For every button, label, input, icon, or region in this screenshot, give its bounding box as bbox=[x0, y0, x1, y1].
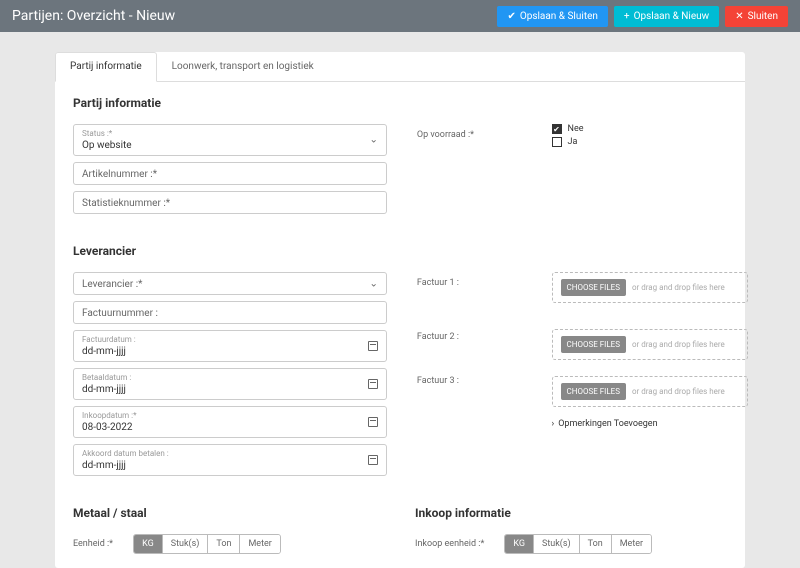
close-label: Sluiten bbox=[748, 11, 778, 22]
section-partij-title: Partij informatie bbox=[73, 96, 727, 110]
unit-kg[interactable]: KG bbox=[134, 535, 163, 553]
status-value: Op website bbox=[82, 140, 132, 151]
checkbox-nee[interactable]: ✔ bbox=[552, 124, 562, 134]
section-metaal-title: Metaal / staal bbox=[73, 506, 385, 520]
chevron-down-icon: ⌄ bbox=[370, 278, 378, 289]
calendar-icon bbox=[368, 379, 378, 389]
inkoop-unit-ton[interactable]: Ton bbox=[580, 535, 612, 553]
section-inkoop-title: Inkoop informatie bbox=[415, 506, 727, 520]
factuurnummer-label: Factuurnummer : bbox=[82, 308, 158, 319]
status-label: Status :* bbox=[82, 129, 378, 138]
artikelnummer-input[interactable]: Artikelnummer :* bbox=[73, 162, 387, 185]
factuur1-label: Factuur 1 : bbox=[417, 272, 522, 288]
betaaldatum-input[interactable]: Betaaldatum : dd-mm-jjjj bbox=[73, 368, 387, 400]
drop-text-2: or drag and drop files here bbox=[632, 340, 725, 349]
akkoord-value: dd-mm-jjjj bbox=[82, 460, 126, 471]
unit-stuks[interactable]: Stuk(s) bbox=[163, 535, 209, 553]
inkoopdatum-value: 08-03-2022 bbox=[82, 422, 133, 433]
choose-files-button-3[interactable]: CHOOSE FILES bbox=[561, 383, 626, 400]
drop-text-3: or drag and drop files here bbox=[632, 387, 725, 396]
akkoord-label: Akkoord datum betalen : bbox=[82, 449, 378, 458]
checkbox-ja[interactable] bbox=[552, 137, 562, 147]
add-remark-link[interactable]: › Opmerkingen Toevoegen bbox=[552, 419, 748, 429]
inkoopdatum-label: Inkoopdatum :* bbox=[82, 411, 378, 420]
factuur2-label: Factuur 2 : bbox=[417, 326, 522, 342]
plus-icon: + bbox=[624, 11, 630, 22]
section-leverancier-title: Leverancier bbox=[73, 244, 727, 258]
inkoop-eenheid-buttongroup: KG Stuk(s) Ton Meter bbox=[504, 534, 652, 554]
inkoop-unit-meter[interactable]: Meter bbox=[612, 535, 651, 553]
inkoop-unit-stuks[interactable]: Stuk(s) bbox=[534, 535, 580, 553]
inkoop-eenheid-label: Inkoop eenheid :* bbox=[415, 539, 484, 549]
factuurdatum-input[interactable]: Factuurdatum : dd-mm-jjjj bbox=[73, 330, 387, 362]
page-title: Partijen: Overzicht - Nieuw bbox=[12, 8, 175, 24]
factuurdatum-value: dd-mm-jjjj bbox=[82, 346, 126, 357]
chevron-down-icon: ⌄ bbox=[370, 135, 378, 146]
save-new-label: Opslaan & Nieuw bbox=[634, 11, 710, 22]
unit-ton[interactable]: Ton bbox=[208, 535, 240, 553]
drop-text-1: or drag and drop files here bbox=[632, 283, 725, 292]
akkoord-datum-input[interactable]: Akkoord datum betalen : dd-mm-jjjj bbox=[73, 444, 387, 476]
factuur3-dropzone[interactable]: CHOOSE FILES or drag and drop files here bbox=[552, 376, 748, 407]
tab-partij-informatie[interactable]: Partij informatie bbox=[55, 52, 157, 82]
eenheid-buttongroup: KG Stuk(s) Ton Meter bbox=[133, 534, 281, 554]
nee-label: Nee bbox=[568, 124, 584, 134]
leverancier-label: Leverancier :* bbox=[82, 279, 142, 290]
artikelnummer-label: Artikelnummer :* bbox=[82, 169, 157, 180]
betaaldatum-value: dd-mm-jjjj bbox=[82, 384, 126, 395]
opmerking-label: Opmerkingen Toevoegen bbox=[558, 419, 657, 429]
close-button[interactable]: ✕ Sluiten bbox=[725, 6, 788, 27]
status-select[interactable]: Status :* Op website ⌄ bbox=[73, 124, 387, 156]
unit-meter[interactable]: Meter bbox=[240, 535, 279, 553]
factuur2-dropzone[interactable]: CHOOSE FILES or drag and drop files here bbox=[552, 329, 748, 360]
calendar-icon bbox=[368, 455, 378, 465]
ja-label: Ja bbox=[568, 137, 578, 147]
statistieknummer-input[interactable]: Statistieknummer :* bbox=[73, 191, 387, 214]
inkoop-unit-kg[interactable]: KG bbox=[505, 535, 534, 553]
inkoopdatum-input[interactable]: Inkoopdatum :* 08-03-2022 bbox=[73, 406, 387, 438]
betaaldatum-label: Betaaldatum : bbox=[82, 373, 378, 382]
factuur1-dropzone[interactable]: CHOOSE FILES or drag and drop files here bbox=[552, 272, 748, 303]
factuurnummer-input[interactable]: Factuurnummer : bbox=[73, 301, 387, 324]
factuurdatum-label: Factuurdatum : bbox=[82, 335, 378, 344]
calendar-icon bbox=[368, 417, 378, 427]
close-icon: ✕ bbox=[735, 11, 743, 22]
save-close-button[interactable]: ✔ Opslaan & Sluiten bbox=[497, 6, 607, 27]
factuur3-label: Factuur 3 : bbox=[417, 370, 522, 386]
leverancier-select[interactable]: Leverancier :* ⌄ bbox=[73, 272, 387, 295]
save-new-button[interactable]: + Opslaan & Nieuw bbox=[614, 6, 719, 27]
choose-files-button-2[interactable]: CHOOSE FILES bbox=[561, 336, 626, 353]
voorraad-label: Op voorraad :* bbox=[417, 124, 522, 140]
eenheid-label: Eenheid :* bbox=[73, 539, 113, 549]
tab-loonwerk[interactable]: Loonwerk, transport en logistiek bbox=[157, 52, 329, 81]
chevron-right-icon: › bbox=[552, 419, 555, 429]
save-close-label: Opslaan & Sluiten bbox=[520, 11, 598, 22]
check-icon: ✔ bbox=[507, 11, 515, 22]
statistieknummer-label: Statistieknummer :* bbox=[82, 198, 170, 209]
choose-files-button-1[interactable]: CHOOSE FILES bbox=[561, 279, 626, 296]
calendar-icon bbox=[368, 341, 378, 351]
